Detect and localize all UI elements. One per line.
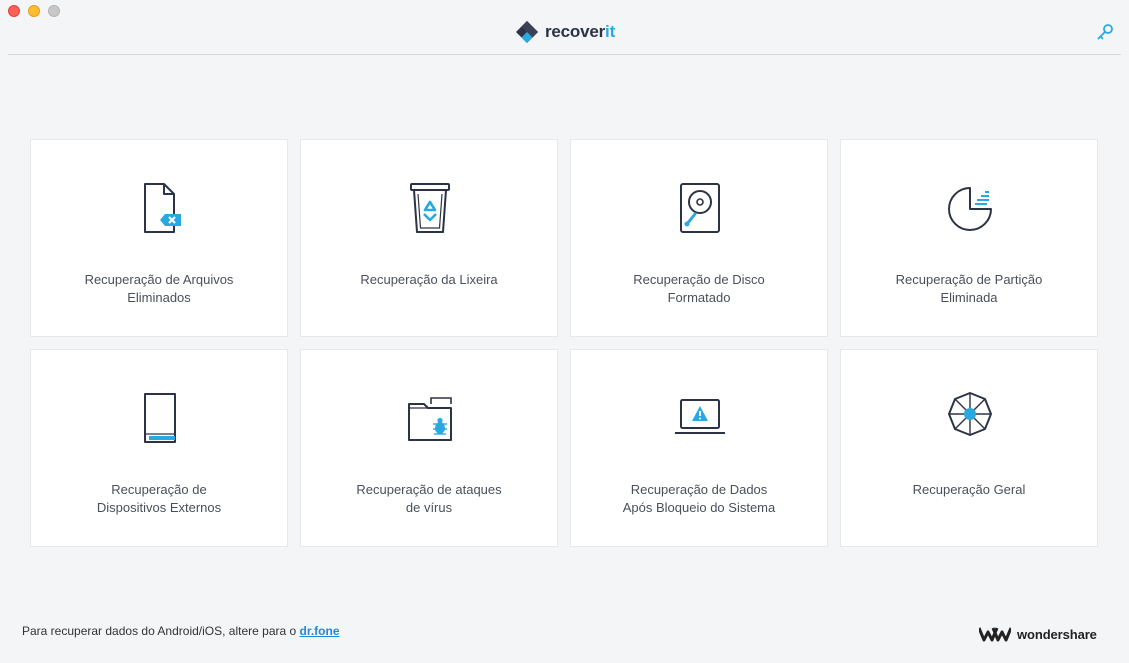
close-window-button[interactable] xyxy=(8,5,20,17)
formatted-disk-icon xyxy=(675,180,725,238)
drfone-link[interactable]: dr.fone xyxy=(300,624,340,638)
wondershare-logo-icon xyxy=(979,627,1011,642)
all-around-icon xyxy=(945,390,995,448)
window-controls xyxy=(8,5,60,17)
card-deleted-partition-recovery[interactable]: Recuperação de Partição Eliminada xyxy=(840,139,1098,337)
deleted-file-icon xyxy=(135,180,185,238)
card-formatted-disk-recovery[interactable]: Recuperação de Disco Formatado xyxy=(570,139,828,337)
mobile-recovery-note-text: Para recuperar dados do Android/iOS, alt… xyxy=(22,624,300,638)
system-crash-icon xyxy=(675,390,725,448)
card-recycle-bin-recovery[interactable]: Recuperação da Lixeira xyxy=(300,139,558,337)
partition-icon xyxy=(945,180,995,238)
card-external-devices-recovery[interactable]: Recuperação de Dispositivos Externos xyxy=(30,349,288,547)
card-label: Recuperação Geral xyxy=(912,482,1026,497)
external-device-icon xyxy=(135,390,185,448)
card-label: Recuperação de Dados Após Bloqueio do Si… xyxy=(622,482,776,515)
card-label: Recuperação de Partição Eliminada xyxy=(895,272,1043,305)
wondershare-brand: wondershare xyxy=(979,626,1097,642)
mobile-recovery-note: Para recuperar dados do Android/iOS, alt… xyxy=(22,624,340,638)
virus-folder-icon xyxy=(405,390,455,448)
card-all-around-recovery[interactable]: Recuperação Geral xyxy=(840,349,1098,547)
card-system-crash-recovery[interactable]: Recuperação de Dados Após Bloqueio do Si… xyxy=(570,349,828,547)
card-virus-attack-recovery[interactable]: Recuperação de ataques de vírus xyxy=(300,349,558,547)
app-logo: recoverit xyxy=(515,20,615,44)
card-label: Recuperação de Arquivos Eliminados xyxy=(84,272,234,305)
recovery-mode-grid: Recuperação de Arquivos Eliminados Recup… xyxy=(30,139,1098,547)
wondershare-name: wondershare xyxy=(1017,626,1097,642)
app-name: recoverit xyxy=(545,22,616,41)
key-icon[interactable] xyxy=(1096,23,1114,41)
card-deleted-files-recovery[interactable]: Recuperação de Arquivos Eliminados xyxy=(30,139,288,337)
card-label: Recuperação de Dispositivos Externos xyxy=(96,482,222,515)
maximize-window-button[interactable] xyxy=(48,5,60,17)
card-label: Recuperação de ataques de vírus xyxy=(356,482,502,515)
minimize-window-button[interactable] xyxy=(28,5,40,17)
title-bar: recoverit xyxy=(0,0,1129,55)
recoverit-logo-icon xyxy=(516,21,538,43)
recycle-bin-icon xyxy=(405,180,455,238)
card-label: Recuperação da Lixeira xyxy=(360,272,498,287)
card-label: Recuperação de Disco Formatado xyxy=(633,272,765,305)
